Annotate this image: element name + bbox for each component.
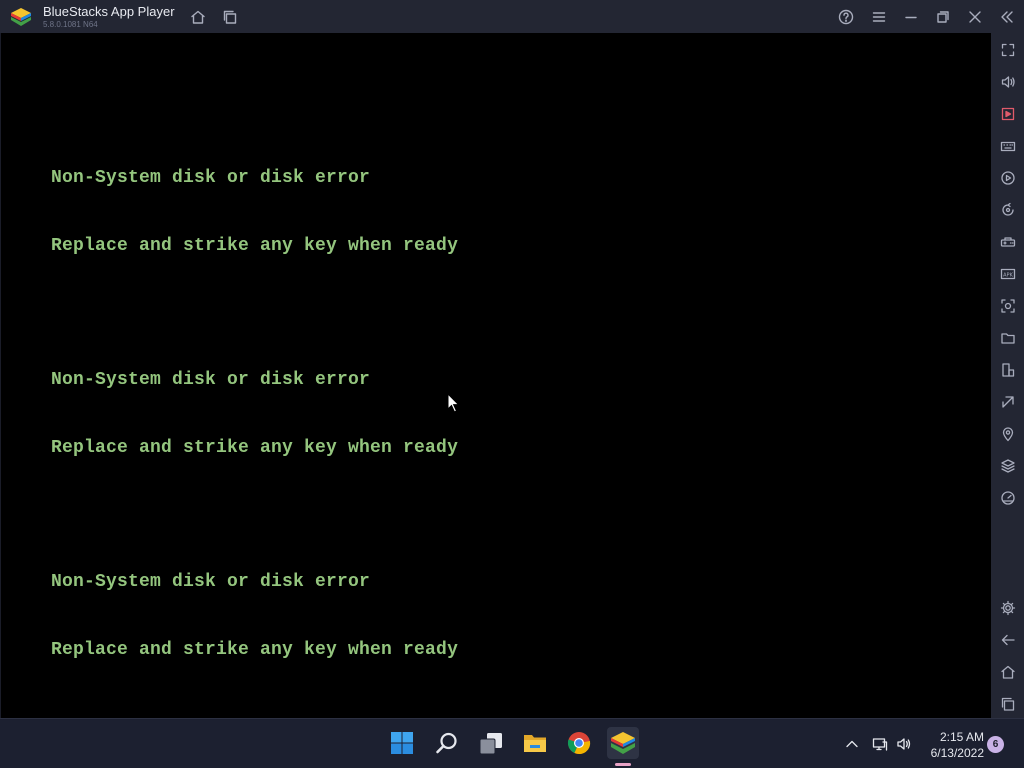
fullscreen-button[interactable]: [998, 40, 1018, 60]
home-button[interactable]: [188, 7, 208, 27]
clock-date: 6/13/2022: [930, 746, 984, 760]
chrome-icon: [567, 732, 591, 755]
right-sidebar: APK: [991, 33, 1024, 718]
layers-icon: [1001, 459, 1015, 473]
search-icon: [436, 732, 457, 754]
app-title: BlueStacks App Player: [43, 4, 175, 19]
rotate-sync-icon: [1002, 202, 1014, 216]
error-line: Non-System disk or disk error: [51, 572, 371, 592]
clock-time: 2:15 AM: [939, 730, 984, 744]
settings-button[interactable]: [998, 598, 1018, 618]
task-view-icon: [479, 733, 502, 755]
multi-instance-icon: [223, 10, 237, 24]
prompt-line: Replace and strike any key when ready: [51, 437, 459, 458]
media-manager-button[interactable]: [998, 104, 1018, 124]
rotate-sync-button[interactable]: [998, 200, 1018, 220]
bluestacks-logo-icon: [11, 8, 31, 26]
minimize-button[interactable]: [901, 7, 921, 27]
eco-mode-button[interactable]: [998, 392, 1018, 412]
keyboard-controls-icon: [1000, 141, 1016, 152]
prompt-line: Replace and strike any key when ready: [51, 639, 459, 660]
prompt-line: Replace and strike any key when ready: [51, 235, 459, 256]
search-button[interactable]: [431, 727, 463, 759]
close-icon: [969, 11, 981, 23]
volume-tray-button[interactable]: [895, 735, 913, 753]
settings-icon: [1000, 600, 1016, 616]
bluestacks-taskbar-icon: [611, 732, 635, 754]
network-button[interactable]: [871, 735, 889, 753]
multi-instance-manager-button[interactable]: [998, 360, 1018, 380]
show-hidden-icons-button[interactable]: [843, 735, 861, 753]
volume-icon: [1001, 76, 1015, 88]
home-icon: [191, 10, 205, 24]
notification-badge[interactable]: 6: [987, 736, 1004, 753]
install-apk-icon: APK: [1000, 268, 1016, 280]
gamepad-button[interactable]: [998, 232, 1018, 252]
android-home-icon: [1001, 665, 1015, 679]
network-icon: [872, 738, 888, 751]
minimize-icon: [905, 16, 917, 19]
back-icon: [1001, 634, 1015, 646]
task-view-button[interactable]: [475, 727, 507, 759]
install-apk-button[interactable]: APK: [998, 264, 1018, 284]
boot-error-text: Non-System disk or disk error Replace an…: [51, 122, 458, 768]
collapse-sidebar-icon: [1001, 11, 1013, 23]
recent-apps-button[interactable]: [998, 694, 1018, 714]
recent-apps-icon: [1001, 697, 1015, 711]
help-button[interactable]: [836, 7, 856, 27]
macro-record-button[interactable]: [998, 168, 1018, 188]
multi-instance-button[interactable]: [220, 7, 240, 27]
app-version: 5.8.0.1081 N64: [43, 20, 98, 29]
windows-taskbar: 2:15 AM 6/13/2022 6: [0, 718, 1024, 768]
error-line: Non-System disk or disk error: [51, 370, 371, 390]
restore-button[interactable]: [933, 7, 953, 27]
file-explorer-icon: [524, 735, 546, 752]
clock[interactable]: 2:15 AM 6/13/2022: [916, 729, 984, 761]
eco-mode-icon: [1002, 396, 1014, 408]
volume-icon: [897, 738, 911, 750]
media-manager-icon: [1001, 107, 1015, 121]
screenshot-icon: [1001, 299, 1015, 313]
menu-icon: [872, 12, 886, 22]
folder-icon: [1001, 333, 1015, 344]
screenshot-button[interactable]: [998, 296, 1018, 316]
gamepad-icon: [1000, 237, 1016, 247]
macro-record-icon: [1001, 171, 1015, 185]
collapse-sidebar-button[interactable]: [997, 7, 1017, 27]
android-home-button[interactable]: [998, 662, 1018, 682]
chrome-button[interactable]: [563, 727, 595, 759]
close-button[interactable]: [965, 7, 985, 27]
folder-button[interactable]: [998, 328, 1018, 348]
keyboard-controls-button[interactable]: [998, 136, 1018, 156]
volume-button[interactable]: [998, 72, 1018, 92]
performance-button[interactable]: [998, 488, 1018, 508]
help-icon: [838, 9, 854, 25]
fullscreen-icon: [1001, 43, 1015, 57]
menu-button[interactable]: [869, 7, 889, 27]
mouse-pointer-icon: [447, 393, 460, 413]
active-app-indicator: [615, 763, 631, 766]
location-icon: [1002, 427, 1014, 442]
location-button[interactable]: [998, 424, 1018, 444]
svg-text:APK: APK: [1003, 272, 1013, 278]
chevron-up-icon: [846, 740, 858, 748]
restore-icon: [937, 11, 949, 23]
emulator-screen[interactable]: Non-System disk or disk error Replace an…: [1, 33, 991, 723]
error-line: Non-System disk or disk error: [51, 168, 371, 188]
layers-button[interactable]: [998, 456, 1018, 476]
performance-icon: [1001, 491, 1015, 505]
file-explorer-button[interactable]: [519, 727, 551, 759]
multi-instance-manager-icon: [1002, 363, 1015, 377]
windows-start-icon: [391, 732, 413, 754]
bluestacks-taskbar-button[interactable]: [607, 727, 639, 759]
start-button[interactable]: [386, 727, 418, 759]
title-bar: BlueStacks App Player 5.8.0.1081 N64: [0, 0, 1024, 33]
back-button[interactable]: [998, 630, 1018, 650]
